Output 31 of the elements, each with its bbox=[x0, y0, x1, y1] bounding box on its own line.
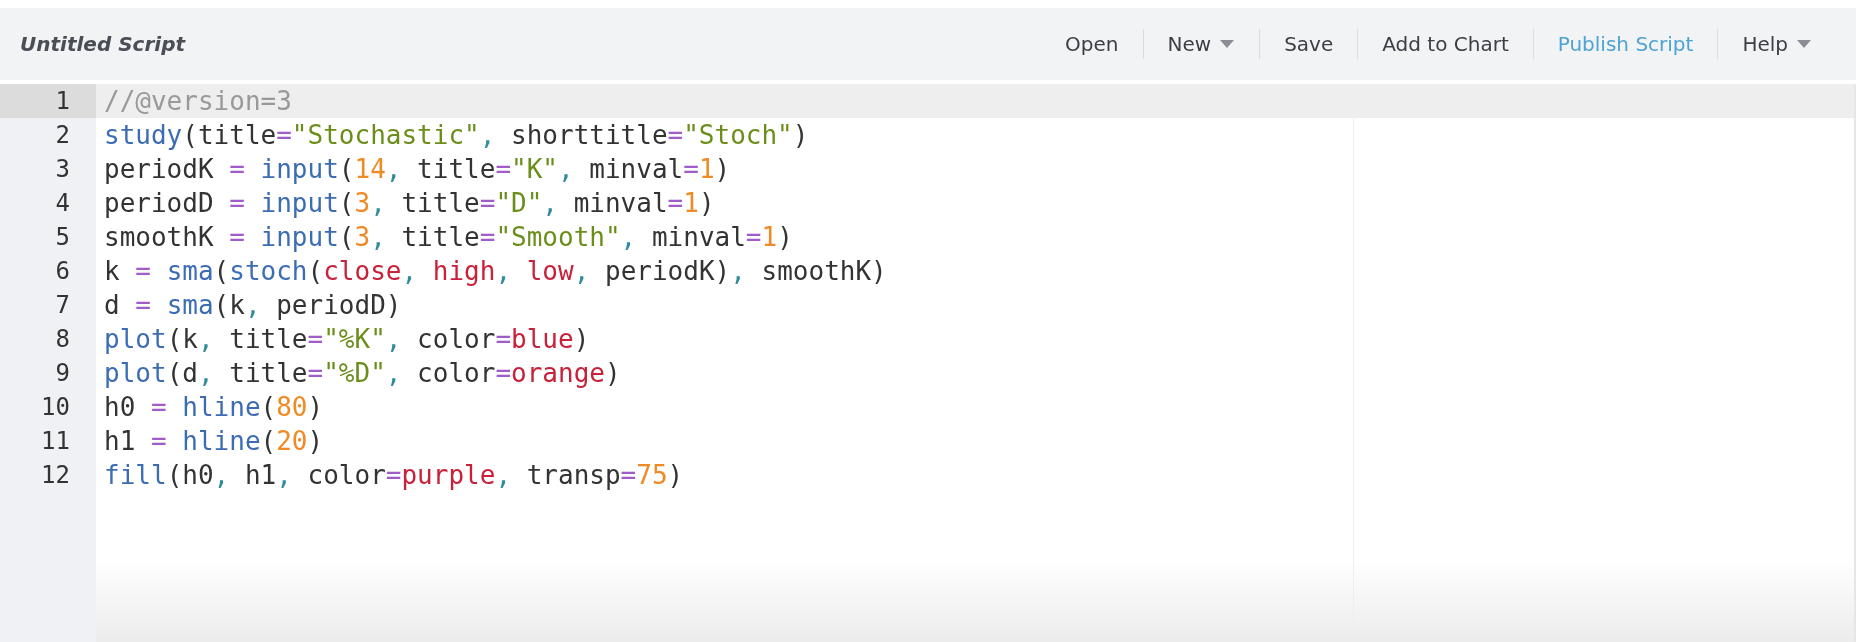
line-number: 8 bbox=[54, 324, 71, 355]
toolbar-button[interactable]: Add to Chart bbox=[1358, 26, 1533, 62]
code-editor[interactable] bbox=[0, 84, 1856, 642]
code-line: fill(h0, h1, color=purple, transp=75) bbox=[104, 459, 684, 492]
line-number: 4 bbox=[54, 188, 71, 219]
line-number: 5 bbox=[54, 222, 71, 253]
script-title: Untitled Script bbox=[20, 32, 187, 56]
toolbar-button[interactable]: Open bbox=[1041, 26, 1143, 62]
line-number: 9 bbox=[54, 358, 71, 389]
toolbar-button[interactable]: Save bbox=[1260, 26, 1358, 62]
code-line: plot(d, title="%D", color=orange) bbox=[104, 357, 621, 390]
toolbar-button[interactable]: Help bbox=[1718, 26, 1836, 62]
code-line: study(title="Stochastic", shorttitle="Stoch") bbox=[104, 119, 809, 152]
line-number: 11 bbox=[40, 426, 71, 457]
code-line: smoothK = input(3, title="Smooth", minval=1) bbox=[104, 221, 793, 254]
line-number: 1 bbox=[0, 84, 96, 118]
code-line: k = sma(stoch(close, high, low, periodK), smoothK) bbox=[104, 255, 887, 288]
code-line: h1 = hline(20) bbox=[104, 425, 324, 458]
code-line: h0 = hline(80) bbox=[104, 391, 324, 424]
code-line: //@version=3 bbox=[104, 85, 292, 118]
toolbar-button[interactable]: New bbox=[1143, 26, 1260, 62]
line-number: 10 bbox=[40, 392, 71, 423]
code-line: plot(k, title="%K", color=blue) bbox=[104, 323, 590, 356]
line-number: 3 bbox=[54, 154, 71, 185]
line-number: 12 bbox=[40, 460, 71, 491]
code-line: periodK = input(14, title="K", minval=1) bbox=[104, 153, 731, 186]
line-number: 7 bbox=[54, 290, 71, 321]
code-line: d = sma(k, periodD) bbox=[104, 289, 402, 322]
code-line: periodD = input(3, title="D", minval=1) bbox=[104, 187, 715, 220]
line-number: 6 bbox=[54, 256, 71, 287]
line-number: 2 bbox=[54, 120, 71, 151]
